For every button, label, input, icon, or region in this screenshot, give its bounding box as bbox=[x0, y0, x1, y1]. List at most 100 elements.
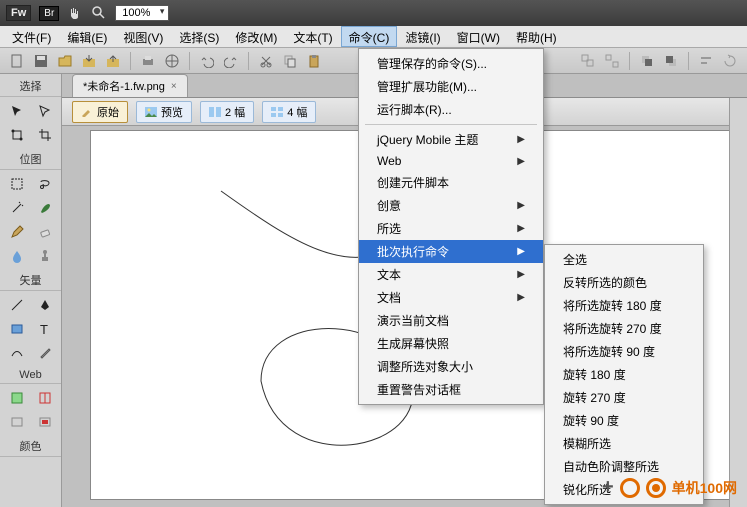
show-slice-icon[interactable] bbox=[34, 412, 56, 432]
separator bbox=[629, 52, 630, 70]
align-icon[interactable] bbox=[697, 52, 715, 70]
cmd-resize-sel[interactable]: 调整所选对象大小 bbox=[359, 355, 543, 378]
close-tab-icon[interactable]: × bbox=[171, 81, 177, 92]
pen-tool-icon[interactable] bbox=[34, 295, 56, 315]
sb-colors-label: 颜色 bbox=[0, 436, 61, 457]
hand-icon[interactable] bbox=[67, 5, 83, 21]
ungroup-icon[interactable] bbox=[603, 52, 621, 70]
batch-item[interactable]: 反转所选的颜色 bbox=[545, 271, 703, 294]
cmd-web[interactable]: Web▶ bbox=[359, 151, 543, 171]
batch-item[interactable]: 全选 bbox=[545, 248, 703, 271]
batch-item[interactable]: 将所选旋转 90 度 bbox=[545, 340, 703, 363]
brush-tool-icon[interactable] bbox=[34, 198, 56, 218]
zoom-icon[interactable] bbox=[91, 5, 107, 21]
undo-icon[interactable] bbox=[198, 52, 216, 70]
wand-tool-icon[interactable] bbox=[6, 198, 28, 218]
cmd-manage-ext[interactable]: 管理扩展功能(M)... bbox=[359, 75, 543, 98]
pencil-tool-icon[interactable] bbox=[6, 222, 28, 242]
save-icon[interactable] bbox=[32, 52, 50, 70]
batch-submenu: 全选 反转所选的颜色 将所选旋转 180 度 将所选旋转 270 度 将所选旋转… bbox=[544, 244, 704, 505]
view-2up-button[interactable]: 2 幅 bbox=[200, 101, 254, 123]
menu-help[interactable]: 帮助(H) bbox=[508, 26, 565, 47]
group-icon[interactable] bbox=[579, 52, 597, 70]
lasso-tool-icon[interactable] bbox=[34, 174, 56, 194]
hotspot-tool-icon[interactable] bbox=[6, 388, 28, 408]
batch-item[interactable]: 旋转 180 度 bbox=[545, 363, 703, 386]
stamp-tool-icon[interactable] bbox=[34, 246, 56, 266]
chevron-right-icon: ▶ bbox=[517, 223, 525, 234]
batch-item[interactable]: 将所选旋转 270 度 bbox=[545, 317, 703, 340]
batch-item[interactable]: 模糊所选 bbox=[545, 432, 703, 455]
print-icon[interactable] bbox=[139, 52, 157, 70]
batch-item[interactable]: 自动色阶调整所选 bbox=[545, 455, 703, 478]
paste-icon[interactable] bbox=[305, 52, 323, 70]
cmd-text[interactable]: 文本▶ bbox=[359, 263, 543, 286]
cmd-demo-doc[interactable]: 演示当前文档 bbox=[359, 309, 543, 332]
import-icon[interactable] bbox=[80, 52, 98, 70]
batch-item[interactable]: 旋转 90 度 bbox=[545, 409, 703, 432]
chevron-right-icon: ▶ bbox=[517, 200, 525, 211]
menu-edit[interactable]: 编辑(E) bbox=[59, 26, 115, 47]
arrange-front-icon[interactable] bbox=[638, 52, 656, 70]
cmd-jquery[interactable]: jQuery Mobile 主题▶ bbox=[359, 128, 543, 151]
scale-tool-icon[interactable] bbox=[6, 125, 28, 145]
batch-item[interactable]: 旋转 270 度 bbox=[545, 386, 703, 409]
arrange-back-icon[interactable] bbox=[662, 52, 680, 70]
menu-text[interactable]: 文本(T) bbox=[285, 26, 340, 47]
chevron-right-icon: ▶ bbox=[517, 292, 525, 303]
open-icon[interactable] bbox=[56, 52, 74, 70]
cmd-reset-warn[interactable]: 重置警告对话框 bbox=[359, 378, 543, 401]
redo-icon[interactable] bbox=[222, 52, 240, 70]
subselect-tool-icon[interactable] bbox=[34, 101, 56, 121]
hide-slice-icon[interactable] bbox=[6, 412, 28, 432]
crop-tool-icon[interactable] bbox=[34, 125, 56, 145]
menu-file[interactable]: 文件(F) bbox=[4, 26, 59, 47]
cmd-screenshot[interactable]: 生成屏幕快照 bbox=[359, 332, 543, 355]
separator bbox=[130, 52, 131, 70]
rect-tool-icon[interactable] bbox=[6, 319, 28, 339]
view-4up-button[interactable]: 4 幅 bbox=[262, 101, 316, 123]
sb-bitmap-label: 位图 bbox=[0, 149, 61, 170]
cmd-document[interactable]: 文档▶ bbox=[359, 286, 543, 309]
menu-commands[interactable]: 命令(C) bbox=[341, 26, 398, 47]
zoom-select[interactable]: 100% bbox=[115, 5, 169, 21]
cmd-batch[interactable]: 批次执行命令▶ bbox=[359, 240, 543, 263]
file-tab-label: *未命名-1.fw.png bbox=[83, 78, 165, 94]
watermark-text: 单机100网 bbox=[672, 478, 737, 498]
cmd-manage-saved[interactable]: 管理保存的命令(S)... bbox=[359, 52, 543, 75]
new-doc-icon[interactable] bbox=[8, 52, 26, 70]
freeform-tool-icon[interactable] bbox=[6, 343, 28, 363]
cmd-selection[interactable]: 所选▶ bbox=[359, 217, 543, 240]
app-logo: Fw bbox=[6, 5, 31, 21]
sb-vector-label: 矢量 bbox=[0, 270, 61, 291]
text-tool-icon[interactable]: T bbox=[34, 319, 56, 339]
view-original-button[interactable]: 原始 bbox=[72, 101, 128, 123]
slice-tool-icon[interactable] bbox=[34, 388, 56, 408]
line-tool-icon[interactable] bbox=[6, 295, 28, 315]
knife-tool-icon[interactable] bbox=[34, 343, 56, 363]
cmd-create-script[interactable]: 创建元件脚本 bbox=[359, 171, 543, 194]
preview-browser-icon[interactable] bbox=[163, 52, 181, 70]
eraser-tool-icon[interactable] bbox=[34, 222, 56, 242]
bridge-badge[interactable]: Br bbox=[39, 6, 59, 21]
chevron-right-icon: ▶ bbox=[517, 156, 525, 167]
view-preview-button[interactable]: 预览 bbox=[136, 101, 192, 123]
cmd-creative[interactable]: 创意▶ bbox=[359, 194, 543, 217]
separator bbox=[189, 52, 190, 70]
menu-filters[interactable]: 滤镜(I) bbox=[397, 26, 448, 47]
cut-icon[interactable] bbox=[257, 52, 275, 70]
cmd-run-script[interactable]: 运行脚本(R)... bbox=[359, 98, 543, 121]
marquee-tool-icon[interactable] bbox=[6, 174, 28, 194]
rotate-icon[interactable] bbox=[721, 52, 739, 70]
right-panel-strip[interactable] bbox=[729, 98, 747, 507]
menu-view[interactable]: 视图(V) bbox=[115, 26, 171, 47]
batch-item[interactable]: 将所选旋转 180 度 bbox=[545, 294, 703, 317]
file-tab[interactable]: *未命名-1.fw.png × bbox=[72, 74, 188, 97]
export-icon[interactable] bbox=[104, 52, 122, 70]
blur-tool-icon[interactable] bbox=[6, 246, 28, 266]
menu-window[interactable]: 窗口(W) bbox=[449, 26, 508, 47]
copy-icon[interactable] bbox=[281, 52, 299, 70]
menu-modify[interactable]: 修改(M) bbox=[227, 26, 285, 47]
menu-select[interactable]: 选择(S) bbox=[171, 26, 227, 47]
pointer-tool-icon[interactable] bbox=[6, 101, 28, 121]
